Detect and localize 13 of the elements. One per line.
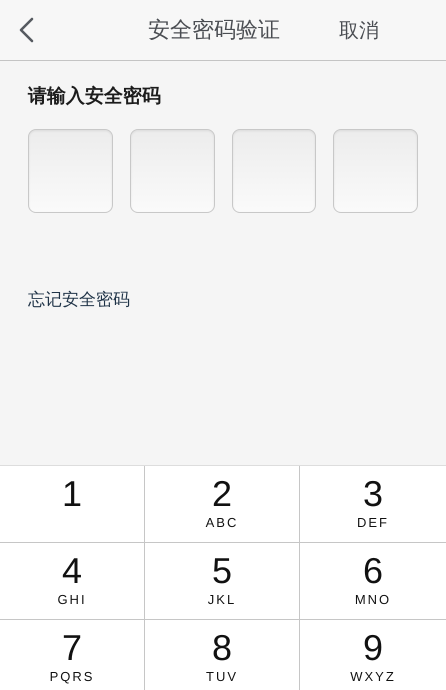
pin-field[interactable] — [333, 129, 418, 213]
keypad-key[interactable]: 2 ABC — [145, 466, 300, 543]
screen-title: 安全密码验证 — [148, 17, 280, 45]
keypad-key[interactable]: 4 GHI — [0, 543, 145, 620]
pin-field[interactable] — [130, 129, 214, 213]
back-icon[interactable] — [18, 17, 34, 43]
keypad-key[interactable]: 5 JKL — [145, 543, 300, 620]
forgot-password-link[interactable]: 忘记安全密码 — [28, 288, 130, 311]
pin-field[interactable] — [28, 129, 113, 213]
keypad-key[interactable]: 1 — [0, 466, 145, 543]
prompt-label: 请输入安全密码 — [28, 84, 162, 109]
cancel-button[interactable]: 取消 — [339, 16, 379, 44]
pin-field[interactable] — [232, 129, 316, 213]
